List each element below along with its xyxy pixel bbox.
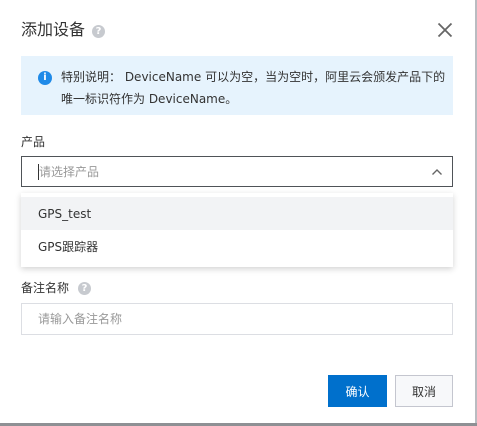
remark-name-input[interactable] — [21, 303, 453, 335]
option-label: GPS_test — [38, 207, 92, 221]
chevron-up-icon — [432, 169, 442, 175]
notice-text-line-1: 特别说明： DeviceName 可以为空，当为空时，阿里云会颁发产品下的 — [61, 70, 446, 84]
product-select-placeholder: 请选择产品 — [39, 165, 100, 179]
add-device-dialog: 添加设备 ? i 特别说明： DeviceName 可以为空，当为空时，阿里云会… — [0, 0, 477, 426]
product-select[interactable]: 请选择产品 — [21, 156, 453, 187]
product-label: 产品 — [21, 135, 46, 149]
confirm-button[interactable]: 确认 — [328, 375, 387, 407]
title-help-icon[interactable]: ? — [92, 25, 105, 38]
product-option-gps-tracker[interactable]: GPS跟踪器 — [21, 230, 453, 263]
cancel-button[interactable]: 取消 — [395, 375, 453, 407]
option-label: GPS跟踪器 — [38, 240, 99, 254]
product-option-gps-test[interactable]: GPS_test — [21, 197, 453, 230]
remark-label: 备注名称 — [21, 281, 70, 295]
remark-help-icon[interactable]: ? — [78, 282, 91, 295]
notice-text-line-2: 唯一标识符作为 DeviceName。 — [61, 92, 238, 106]
close-icon[interactable] — [437, 22, 453, 38]
dialog-title: 添加设备 — [21, 20, 86, 39]
notice-banner: i 特别说明： DeviceName 可以为空，当为空时，阿里云会颁发产品下的 … — [21, 56, 453, 115]
info-icon: i — [38, 71, 52, 85]
product-dropdown: GPS_test GPS跟踪器 — [21, 193, 453, 267]
